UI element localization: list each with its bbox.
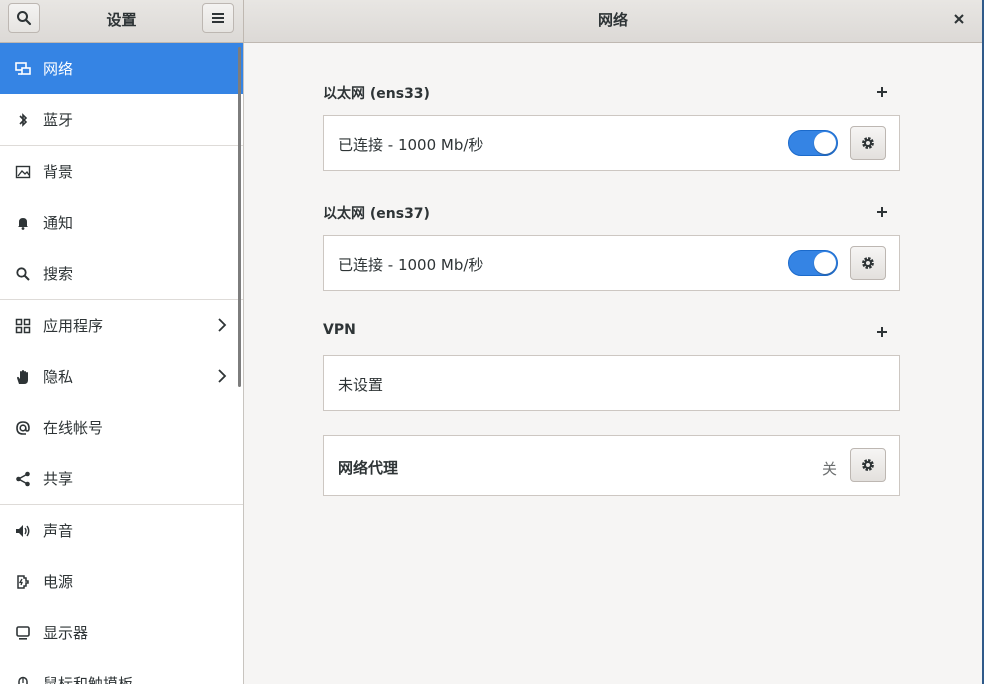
chevron-right-icon: [218, 369, 227, 383]
sidebar: 网络 蓝牙 背景 通知 搜索 应用程序 隐私 在线帐号 共享 声音 电源 显示器…: [0, 43, 244, 684]
network-proxy-row[interactable]: 网络代理 关: [323, 435, 900, 496]
bluetooth-icon: [15, 112, 31, 128]
apps-grid-icon: [15, 318, 31, 334]
sidebar-item-label: 显示器: [43, 624, 89, 642]
sidebar-item-label: 隐私: [43, 368, 74, 386]
ethernet-ens37-settings-button[interactable]: [850, 246, 886, 280]
mouse-icon: [15, 676, 31, 684]
vpn-card: 未设置: [323, 355, 900, 411]
sidebar-item-label: 搜索: [43, 265, 74, 283]
ethernet-ens33-toggle[interactable]: [788, 130, 838, 156]
background-icon: [15, 164, 31, 180]
sidebar-header: 设置: [0, 0, 244, 42]
sidebar-item-label: 网络: [43, 60, 74, 78]
toggle-knob: [814, 252, 836, 274]
plus-icon: [877, 207, 887, 217]
speaker-icon: [15, 523, 31, 539]
sidebar-item-mouse[interactable]: 鼠标和触摸板: [0, 658, 243, 684]
vpn-status: 未设置: [338, 376, 384, 394]
page-title: 网络: [597, 11, 628, 29]
sidebar-item-label: 通知: [43, 214, 74, 232]
search-icon: [15, 266, 31, 282]
sidebar-item-label: 在线帐号: [43, 419, 104, 437]
power-plug-icon: [15, 574, 31, 590]
settings-window: 设置 网络 网络 蓝牙 背景 通知 搜索 应用程序 隐私 在线帐号 共享 声音 …: [0, 0, 983, 684]
sidebar-item-sound[interactable]: 声音: [0, 505, 243, 556]
sidebar-item-network[interactable]: 网络: [0, 43, 243, 94]
ethernet-ens33-settings-button[interactable]: [850, 126, 886, 160]
menu-button[interactable]: [202, 3, 234, 33]
network-proxy-state: 关: [822, 460, 838, 478]
add-ethernet-ens33-button[interactable]: [874, 84, 890, 100]
network-panel: 以太网 (ens33) 已连接 - 1000 Mb/秒 以太网 (ens37) …: [244, 43, 982, 684]
display-icon: [15, 625, 31, 641]
network-proxy-label: 网络代理: [338, 459, 399, 477]
sidebar-item-notifications[interactable]: 通知: [0, 197, 243, 248]
sidebar-item-label: 应用程序: [43, 317, 104, 335]
sidebar-scrollbar[interactable]: [238, 47, 241, 387]
add-vpn-button[interactable]: [874, 324, 890, 340]
hand-icon: [15, 369, 31, 385]
share-icon: [15, 471, 31, 487]
sidebar-item-online-accounts[interactable]: 在线帐号: [0, 402, 243, 453]
sidebar-item-label: 声音: [43, 522, 74, 540]
vpn-title: VPN: [323, 322, 356, 338]
sidebar-item-label: 背景: [43, 163, 74, 181]
network-icon: [15, 61, 31, 77]
at-icon: [15, 420, 31, 436]
hamburger-icon: [212, 13, 224, 23]
toggle-knob: [814, 132, 836, 154]
sidebar-item-privacy[interactable]: 隐私: [0, 351, 243, 402]
sidebar-item-bluetooth[interactable]: 蓝牙: [0, 94, 243, 145]
close-button[interactable]: [946, 6, 972, 32]
header-bar: 设置 网络: [0, 0, 982, 43]
gear-icon: [862, 137, 874, 149]
plus-icon: [877, 327, 887, 337]
ethernet-ens37-title: 以太网 (ens37): [323, 206, 430, 222]
chevron-right-icon: [218, 318, 227, 332]
ethernet-ens37-status: 已连接 - 1000 Mb/秒: [338, 256, 484, 274]
gear-icon: [862, 459, 874, 471]
ethernet-ens33-status: 已连接 - 1000 Mb/秒: [338, 136, 484, 154]
close-icon: [954, 14, 964, 24]
sidebar-item-displays[interactable]: 显示器: [0, 607, 243, 658]
sidebar-item-applications[interactable]: 应用程序: [0, 300, 243, 351]
ethernet-ens37-toggle[interactable]: [788, 250, 838, 276]
bell-icon: [15, 215, 31, 231]
gear-icon: [862, 257, 874, 269]
ethernet-ens37-card: 已连接 - 1000 Mb/秒: [323, 235, 900, 291]
add-ethernet-ens37-button[interactable]: [874, 204, 890, 220]
sidebar-item-label: 鼠标和触摸板: [43, 675, 134, 684]
sidebar-item-label: 电源: [43, 573, 74, 591]
sidebar-item-background[interactable]: 背景: [0, 146, 243, 197]
sidebar-item-search[interactable]: 搜索: [0, 248, 243, 299]
network-proxy-settings-button[interactable]: [850, 448, 886, 482]
plus-icon: [877, 87, 887, 97]
sidebar-item-label: 蓝牙: [43, 111, 74, 129]
sidebar-item-label: 共享: [43, 470, 74, 488]
sidebar-item-sharing[interactable]: 共享: [0, 453, 243, 504]
ethernet-ens33-card: 已连接 - 1000 Mb/秒: [323, 115, 900, 171]
sidebar-item-power[interactable]: 电源: [0, 556, 243, 607]
ethernet-ens33-title: 以太网 (ens33): [323, 86, 430, 102]
